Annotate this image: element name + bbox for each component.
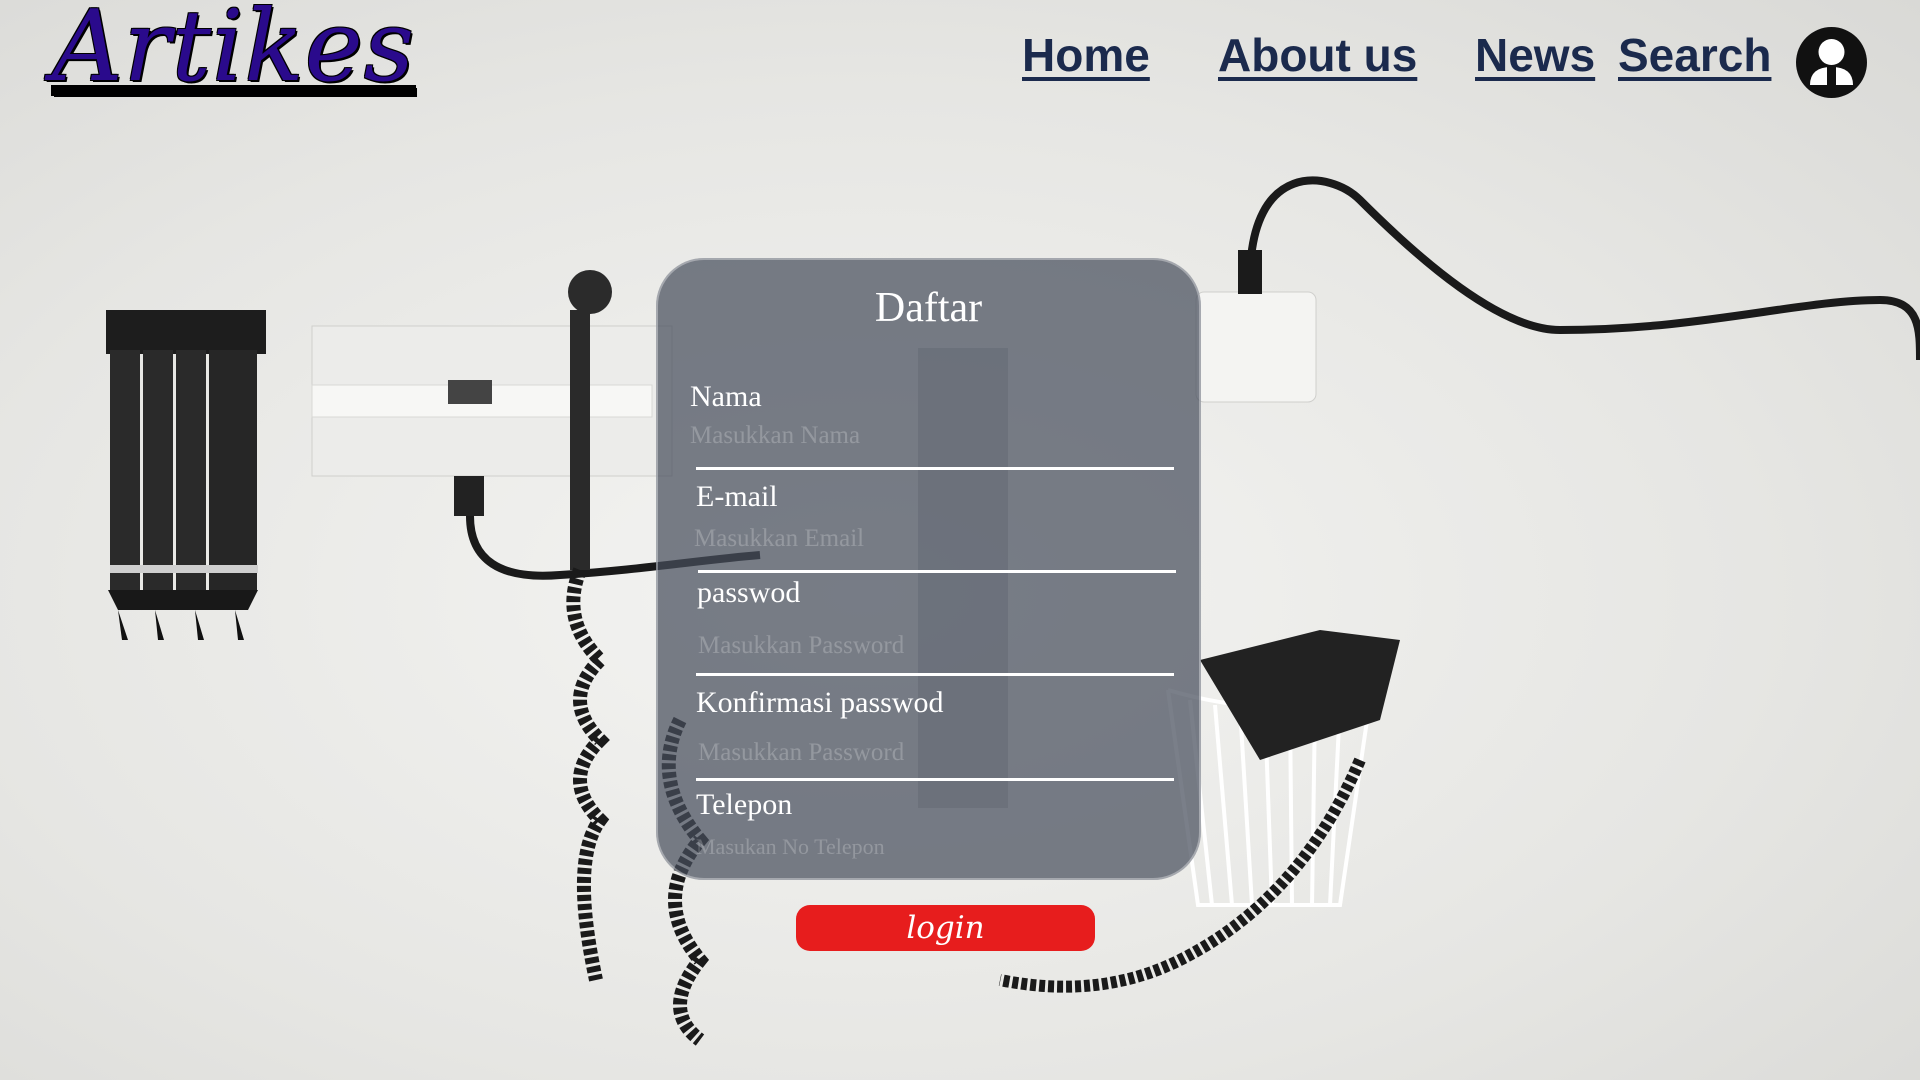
password-input[interactable] — [698, 631, 1158, 661]
password-label: passwod — [697, 576, 801, 609]
register-form-card: Daftar Nama E-mail passwod Konfirmasi pa… — [656, 258, 1201, 880]
confirm-password-label: Konfirmasi passwod — [696, 686, 944, 719]
user-silhouette-icon — [1810, 39, 1853, 85]
nama-label: Nama — [690, 380, 762, 413]
password-underline — [696, 673, 1174, 676]
form-title: Daftar — [874, 285, 983, 331]
power-cable — [1246, 176, 1920, 361]
site-logo[interactable]: Artikes — [52, 0, 415, 102]
nav-news[interactable]: News — [1475, 28, 1595, 82]
confirm-password-underline — [696, 778, 1174, 781]
specula-dispenser — [106, 310, 266, 640]
nav-about-us[interactable]: About us — [1218, 28, 1417, 82]
confirm-password-input[interactable] — [698, 738, 1158, 768]
nama-input[interactable] — [690, 421, 1150, 451]
bp-cuff — [1200, 630, 1400, 760]
nav-home[interactable]: Home — [1022, 28, 1150, 82]
telepon-input[interactable] — [696, 832, 1156, 862]
nama-underline — [696, 467, 1174, 470]
transformer-box — [1195, 250, 1317, 403]
email-label: E-mail — [696, 480, 778, 513]
email-input[interactable] — [694, 524, 1154, 554]
login-button[interactable]: login — [796, 905, 1095, 951]
user-avatar-icon[interactable] — [1796, 27, 1867, 98]
nav-search[interactable]: Search — [1618, 28, 1771, 82]
email-underline — [698, 570, 1176, 573]
telepon-label: Telepon — [696, 788, 793, 821]
